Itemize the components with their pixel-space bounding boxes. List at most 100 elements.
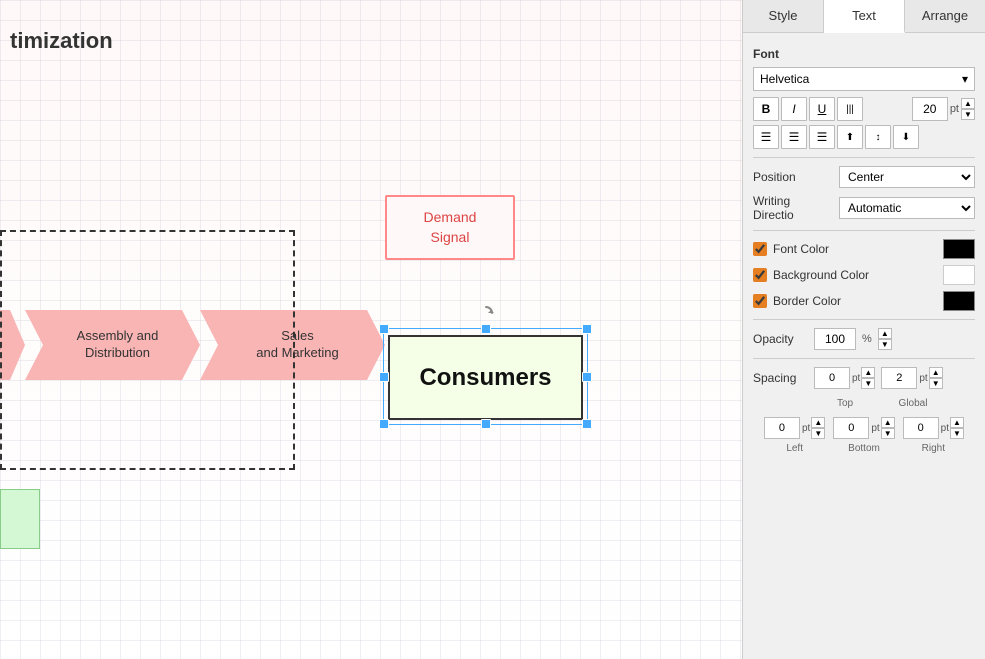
opacity-spinner: ▲ ▼	[878, 328, 892, 350]
spacing-right-label: Right	[922, 443, 945, 454]
spacing-global-down[interactable]: ▼	[929, 378, 943, 389]
border-color-row: Border Color	[753, 291, 975, 311]
bottom-green-box[interactable]	[0, 489, 40, 549]
border-color-checkbox[interactable]	[753, 294, 767, 308]
font-size-input[interactable]	[912, 97, 948, 121]
demand-signal-box[interactable]: Demand Signal	[385, 195, 515, 260]
spacing-global-label: Global	[899, 398, 928, 409]
valign-top-button[interactable]: ⬆	[837, 125, 863, 149]
valign-bot-button[interactable]: ⬇	[893, 125, 919, 149]
underline-button[interactable]: U	[809, 97, 835, 121]
font-size-spinner: ▲ ▼	[961, 98, 975, 120]
spacing-top-up[interactable]: ▲	[861, 367, 875, 378]
handle-br[interactable]	[582, 419, 592, 429]
tab-style[interactable]: Style	[743, 0, 824, 32]
chevron-assembly[interactable]: Assembly and Distribution	[25, 310, 200, 380]
opacity-row: Opacity % ▲ ▼	[753, 328, 975, 350]
spacing-top-label: Top	[837, 398, 853, 409]
handle-bm[interactable]	[481, 419, 491, 429]
chevron-down-icon: ▾	[962, 72, 968, 86]
font-color-row: Font Color	[753, 239, 975, 259]
font-color-checkbox[interactable]	[753, 242, 767, 256]
spacing-global-spinner: ▲ ▼	[929, 367, 943, 389]
right-panel: Style Text Arrange Font Helvetica ▾ B I …	[742, 0, 985, 659]
spacing-left-spinner: ▲ ▼	[811, 417, 825, 439]
background-color-checkbox[interactable]	[753, 268, 767, 282]
align-right-button[interactable]: ☰	[809, 125, 835, 149]
spacing-top-down[interactable]: ▼	[861, 378, 875, 389]
chevron-row: g Assembly and Distribution Sales and Ma…	[0, 310, 385, 380]
spacing-bottom-spinner: ▲ ▼	[881, 417, 895, 439]
spacing-top-field: pt ▲ ▼	[814, 367, 875, 389]
font-section-label: Font	[753, 47, 975, 61]
spacing-top-spinner: ▲ ▼	[861, 367, 875, 389]
consumers-box[interactable]: Consumers	[388, 335, 583, 420]
spacing-main-label: Spacing	[753, 371, 808, 385]
align-left-button[interactable]: ☰	[753, 125, 779, 149]
spacing-bottom-down[interactable]: ▼	[881, 428, 895, 439]
position-select[interactable]: Left Center Right	[839, 166, 975, 188]
opacity-label: Opacity	[753, 332, 808, 346]
spacing-left-label: Left	[786, 443, 803, 454]
spacing-bottom-label: Bottom	[848, 443, 880, 454]
spacing-left-up[interactable]: ▲	[811, 417, 825, 428]
spacing-right-up[interactable]: ▲	[950, 417, 964, 428]
bold-button[interactable]: B	[753, 97, 779, 121]
format-buttons-row: B I U ||| pt ▲ ▼	[753, 97, 975, 121]
position-label: Position	[753, 170, 833, 184]
opacity-input[interactable]	[814, 328, 856, 350]
align-center-button[interactable]: ☰	[781, 125, 807, 149]
valign-mid-button[interactable]: ↕	[865, 125, 891, 149]
spacing-global-field: pt ▲ ▼	[881, 367, 942, 389]
border-color-label: Border Color	[773, 294, 937, 308]
font-color-swatch[interactable]	[943, 239, 975, 259]
spacing-left-down[interactable]: ▼	[811, 428, 825, 439]
spacing-right-down[interactable]: ▼	[950, 428, 964, 439]
tab-text[interactable]: Text	[824, 0, 905, 33]
divider-4	[753, 358, 975, 359]
divider-3	[753, 319, 975, 320]
tab-arrange[interactable]: Arrange	[905, 0, 985, 32]
handle-bl[interactable]	[379, 419, 389, 429]
background-color-swatch[interactable]	[943, 265, 975, 285]
handle-mr[interactable]	[582, 372, 592, 382]
font-size-down[interactable]: ▼	[961, 109, 975, 120]
background-color-label: Background Color	[773, 268, 937, 282]
spacing-global-input[interactable]	[881, 367, 917, 389]
canvas-area[interactable]: timization g Assembly and Distribution S…	[0, 0, 742, 659]
spacing-bottom-up[interactable]: ▲	[881, 417, 895, 428]
spacing-right-input[interactable]	[903, 417, 939, 439]
rotate-handle[interactable]	[478, 305, 494, 321]
font-dropdown[interactable]: Helvetica ▾	[753, 67, 975, 91]
spacing-bottom-input[interactable]	[833, 417, 869, 439]
spacing-right-field: pt ▲ ▼	[903, 417, 964, 439]
spacing-section: Spacing pt ▲ ▼ pt ▲ ▼	[753, 367, 975, 454]
spacing-bottom-field: pt ▲ ▼	[833, 417, 894, 439]
opacity-up[interactable]: ▲	[878, 328, 892, 339]
divider-2	[753, 230, 975, 231]
font-color-label: Font Color	[773, 242, 937, 256]
background-color-row: Background Color	[753, 265, 975, 285]
writing-direction-label: Writing Directio	[753, 194, 833, 222]
spacing-left-input[interactable]	[764, 417, 800, 439]
chevron-sales[interactable]: Sales and Marketing	[200, 310, 385, 380]
spacing-left-field: pt ▲ ▼	[764, 417, 825, 439]
handle-tr[interactable]	[582, 324, 592, 334]
handle-tm[interactable]	[481, 324, 491, 334]
divider-1	[753, 157, 975, 158]
writing-direction-select[interactable]: Automatic Left to Right Right to Left	[839, 197, 975, 219]
spacing-global-up[interactable]: ▲	[929, 367, 943, 378]
alignment-row: ☰ ☰ ☰ ⬆ ↕ ⬇	[753, 125, 975, 149]
border-color-swatch[interactable]	[943, 291, 975, 311]
chevron-g[interactable]: g	[0, 310, 25, 380]
position-row: Position Left Center Right	[753, 166, 975, 188]
strikethrough-button[interactable]: |||	[837, 97, 863, 121]
canvas-title: timization	[10, 28, 113, 54]
panel-tabs: Style Text Arrange	[743, 0, 985, 33]
italic-button[interactable]: I	[781, 97, 807, 121]
panel-body: Font Helvetica ▾ B I U ||| pt ▲ ▼ ☰ ☰	[743, 33, 985, 659]
spacing-top-input[interactable]	[814, 367, 850, 389]
opacity-down[interactable]: ▼	[878, 339, 892, 350]
spacing-right-spinner: ▲ ▼	[950, 417, 964, 439]
font-size-up[interactable]: ▲	[961, 98, 975, 109]
